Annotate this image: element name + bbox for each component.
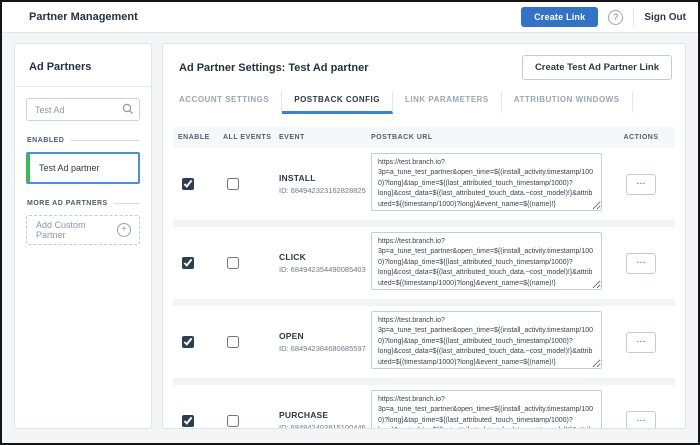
all-events-checkbox[interactable] — [227, 178, 239, 190]
top-bar: Partner Management Create Link ? Sign Ou… — [2, 2, 698, 33]
actions-cell: ... — [612, 253, 670, 274]
enable-checkbox[interactable] — [182, 415, 194, 427]
row-actions-button[interactable]: ... — [626, 332, 656, 353]
panel-header: Ad Partner Settings: Test Ad partner Cre… — [163, 44, 685, 89]
event-name: PURCHASE — [279, 410, 371, 420]
tabs: ACCOUNT SETTINGS POSTBACK CONFIG LINK PA… — [179, 91, 669, 114]
table-row: OPEN ID: 684942384680685597 ... — [173, 306, 675, 378]
page-title: Partner Management — [29, 11, 138, 23]
postback-url-cell — [371, 390, 612, 430]
enable-cell — [178, 257, 223, 269]
event-cell: OPEN ID: 684942384680685597 — [279, 331, 371, 353]
enable-checkbox[interactable] — [182, 178, 194, 190]
event-cell: PURCHASE ID: 684942403815100446 — [279, 410, 371, 429]
tab-label: POSTBACK CONFIG — [294, 95, 380, 104]
column-header-enable: ENABLE — [178, 134, 223, 141]
partner-settings-panel: Ad Partner Settings: Test Ad partner Cre… — [162, 43, 686, 429]
column-header-actions: ACTIONS — [612, 134, 670, 141]
sign-out-link[interactable]: Sign Out — [644, 12, 686, 23]
add-custom-partner-button[interactable]: Add Custom Partner + — [26, 215, 140, 245]
all-events-cell — [223, 415, 279, 427]
all-events-checkbox[interactable] — [227, 415, 239, 427]
postback-url-textarea[interactable] — [371, 311, 602, 369]
topbar-divider — [633, 9, 634, 26]
ad-partners-sidebar: Ad Partners ENABLED T — [14, 43, 152, 429]
postback-url-cell — [371, 232, 612, 295]
column-header-event: EVENT — [279, 134, 371, 141]
create-test-ad-partner-link-button[interactable]: Create Test Ad Partner Link — [522, 55, 672, 80]
help-icon[interactable]: ? — [608, 10, 623, 25]
tab-attribution-windows[interactable]: ATTRIBUTION WINDOWS — [502, 91, 633, 114]
event-cell: INSTALL ID: 684942323162828825 — [279, 173, 371, 195]
all-events-cell — [223, 257, 279, 269]
event-name: CLICK — [279, 252, 371, 262]
row-actions-button[interactable]: ... — [626, 411, 656, 430]
event-id: ID: 684942354490085403 — [279, 265, 371, 274]
table-row: PURCHASE ID: 684942403815100446 ... — [173, 385, 675, 429]
postback-url-textarea[interactable] — [371, 232, 602, 290]
event-name: OPEN — [279, 331, 371, 341]
postback-table: ENABLE ALL EVENTS EVENT POSTBACK URL ACT… — [173, 127, 675, 429]
enable-checkbox[interactable] — [182, 336, 194, 348]
create-link-button[interactable]: Create Link — [521, 7, 598, 27]
panel-title: Ad Partner Settings: Test Ad partner — [179, 62, 368, 74]
all-events-checkbox[interactable] — [227, 336, 239, 348]
tab-label: LINK PARAMETERS — [405, 95, 489, 104]
tab-label: ACCOUNT SETTINGS — [179, 95, 269, 104]
event-id: ID: 684942323162828825 — [279, 186, 371, 195]
event-name: INSTALL — [279, 173, 371, 183]
event-cell: CLICK ID: 684942354490085403 — [279, 252, 371, 274]
postback-url-textarea[interactable] — [371, 390, 602, 430]
sidebar-title: Ad Partners — [29, 61, 91, 73]
column-header-postback-url: POSTBACK URL — [371, 134, 612, 141]
more-partners-section-label: MORE AD PARTNERS — [27, 200, 139, 207]
postback-url-cell — [371, 311, 612, 374]
column-header-all-events: ALL EVENTS — [223, 134, 279, 141]
topbar-actions: Create Link ? Sign Out — [521, 7, 686, 27]
sidebar-item-test-ad-partner[interactable]: Test Ad partner — [26, 152, 140, 184]
tab-postback-config[interactable]: POSTBACK CONFIG — [282, 91, 393, 114]
event-id: ID: 684942403815100446 — [279, 423, 371, 429]
enable-checkbox[interactable] — [182, 257, 194, 269]
enable-cell — [178, 178, 223, 190]
table-row: INSTALL ID: 684942323162828825 ... — [173, 148, 675, 220]
partner-search — [26, 98, 140, 121]
all-events-checkbox[interactable] — [227, 257, 239, 269]
row-actions-button[interactable]: ... — [626, 253, 656, 274]
partner-name: Test Ad partner — [30, 154, 100, 182]
tab-link-parameters[interactable]: LINK PARAMETERS — [393, 91, 502, 114]
all-events-cell — [223, 178, 279, 190]
row-actions-button[interactable]: ... — [626, 174, 656, 195]
tab-label: ATTRIBUTION WINDOWS — [514, 95, 620, 104]
event-id: ID: 684942384680685597 — [279, 344, 371, 353]
actions-cell: ... — [612, 332, 670, 353]
plus-circle-icon: + — [117, 223, 131, 237]
app-window: Partner Management Create Link ? Sign Ou… — [0, 0, 700, 445]
search-icon — [122, 102, 134, 120]
postback-url-textarea[interactable] — [371, 153, 602, 211]
add-custom-partner-label: Add Custom Partner — [36, 220, 117, 240]
table-header-row: ENABLE ALL EVENTS EVENT POSTBACK URL ACT… — [173, 127, 675, 148]
sidebar-header: Ad Partners — [15, 44, 151, 87]
enable-cell — [178, 415, 223, 427]
enable-cell — [178, 336, 223, 348]
all-events-cell — [223, 336, 279, 348]
postback-url-cell — [371, 153, 612, 216]
actions-cell: ... — [612, 411, 670, 430]
enabled-section-label: ENABLED — [27, 137, 139, 144]
table-row: CLICK ID: 684942354490085403 ... — [173, 227, 675, 299]
actions-cell: ... — [612, 174, 670, 195]
tab-account-settings[interactable]: ACCOUNT SETTINGS — [179, 91, 282, 114]
content-area: Ad Partners ENABLED T — [2, 33, 698, 444]
postback-table-body: INSTALL ID: 684942323162828825 ... CLICK… — [173, 148, 675, 429]
sidebar-body: ENABLED Test Ad partner MORE AD PARTNERS… — [15, 87, 151, 256]
